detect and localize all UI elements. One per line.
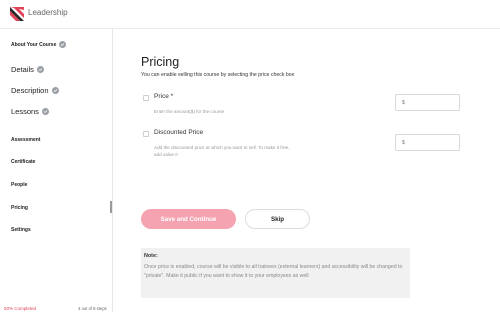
sidebar-item-certificate[interactable]: Certificate [11,159,35,165]
price-input[interactable] [395,94,460,111]
price-checkbox[interactable] [143,95,149,101]
page-subtitle: You can enable selling this course by se… [141,72,295,78]
sidebar-item-people[interactable]: People [11,182,27,188]
top-bar: Leadership [0,0,500,29]
check-circle-icon [41,108,49,115]
sidebar-item-label: About Your Course [11,41,57,48]
sidebar: About Your Course Details Description Le… [0,29,113,312]
sidebar-item-description[interactable]: Description [11,86,59,95]
sidebar-item-label: Assessment [11,137,41,143]
steps-label: 4 out of 8 steps [78,306,107,311]
discounted-price-checkbox[interactable] [143,131,149,137]
sidebar-item-label: Details [11,65,34,74]
sidebar-item-label: Pricing [11,205,28,211]
sidebar-item-about-your-course[interactable]: About Your Course [11,41,67,48]
main-content: Pricing You can enable selling this cour… [113,29,500,312]
sidebar-item-lessons[interactable]: Lessons [11,107,49,116]
sidebar-item-label: Lessons [11,107,39,116]
progress-label: 50% Completed [4,306,37,311]
sidebar-item-label: Settings [11,227,31,233]
discounted-price-help-text: Add the discounted price at which you wa… [154,145,290,157]
price-label: Price * [154,93,174,100]
check-circle-icon [59,41,67,48]
logo-icon [10,7,24,21]
sidebar-item-label: Description [11,86,49,95]
discounted-price-label: Discounted Price [154,129,204,136]
page-title: Pricing [141,55,180,69]
check-circle-icon [36,66,44,73]
note-box: Note: Once price is enabled, course will… [141,248,410,298]
sidebar-item-pricing[interactable]: Pricing [11,205,28,211]
save-and-continue-button[interactable]: Save and Continue [141,209,236,229]
sidebar-item-label: Certificate [11,159,36,165]
app-title: Leadership [28,8,68,17]
note-body: Once price is enabled, course will be vi… [144,264,403,279]
note-title: Note: [144,253,158,259]
check-circle-icon [51,87,59,94]
active-indicator [110,201,112,213]
price-help-text: Enter the amount($) for the course [154,109,225,114]
skip-button[interactable]: Skip [245,209,310,229]
sidebar-item-label: People [11,182,28,188]
discounted-price-input[interactable] [395,134,460,151]
sidebar-item-details[interactable]: Details [11,65,44,74]
sidebar-item-settings[interactable]: Settings [11,227,31,233]
sidebar-item-assessment[interactable]: Assessment [11,137,40,143]
